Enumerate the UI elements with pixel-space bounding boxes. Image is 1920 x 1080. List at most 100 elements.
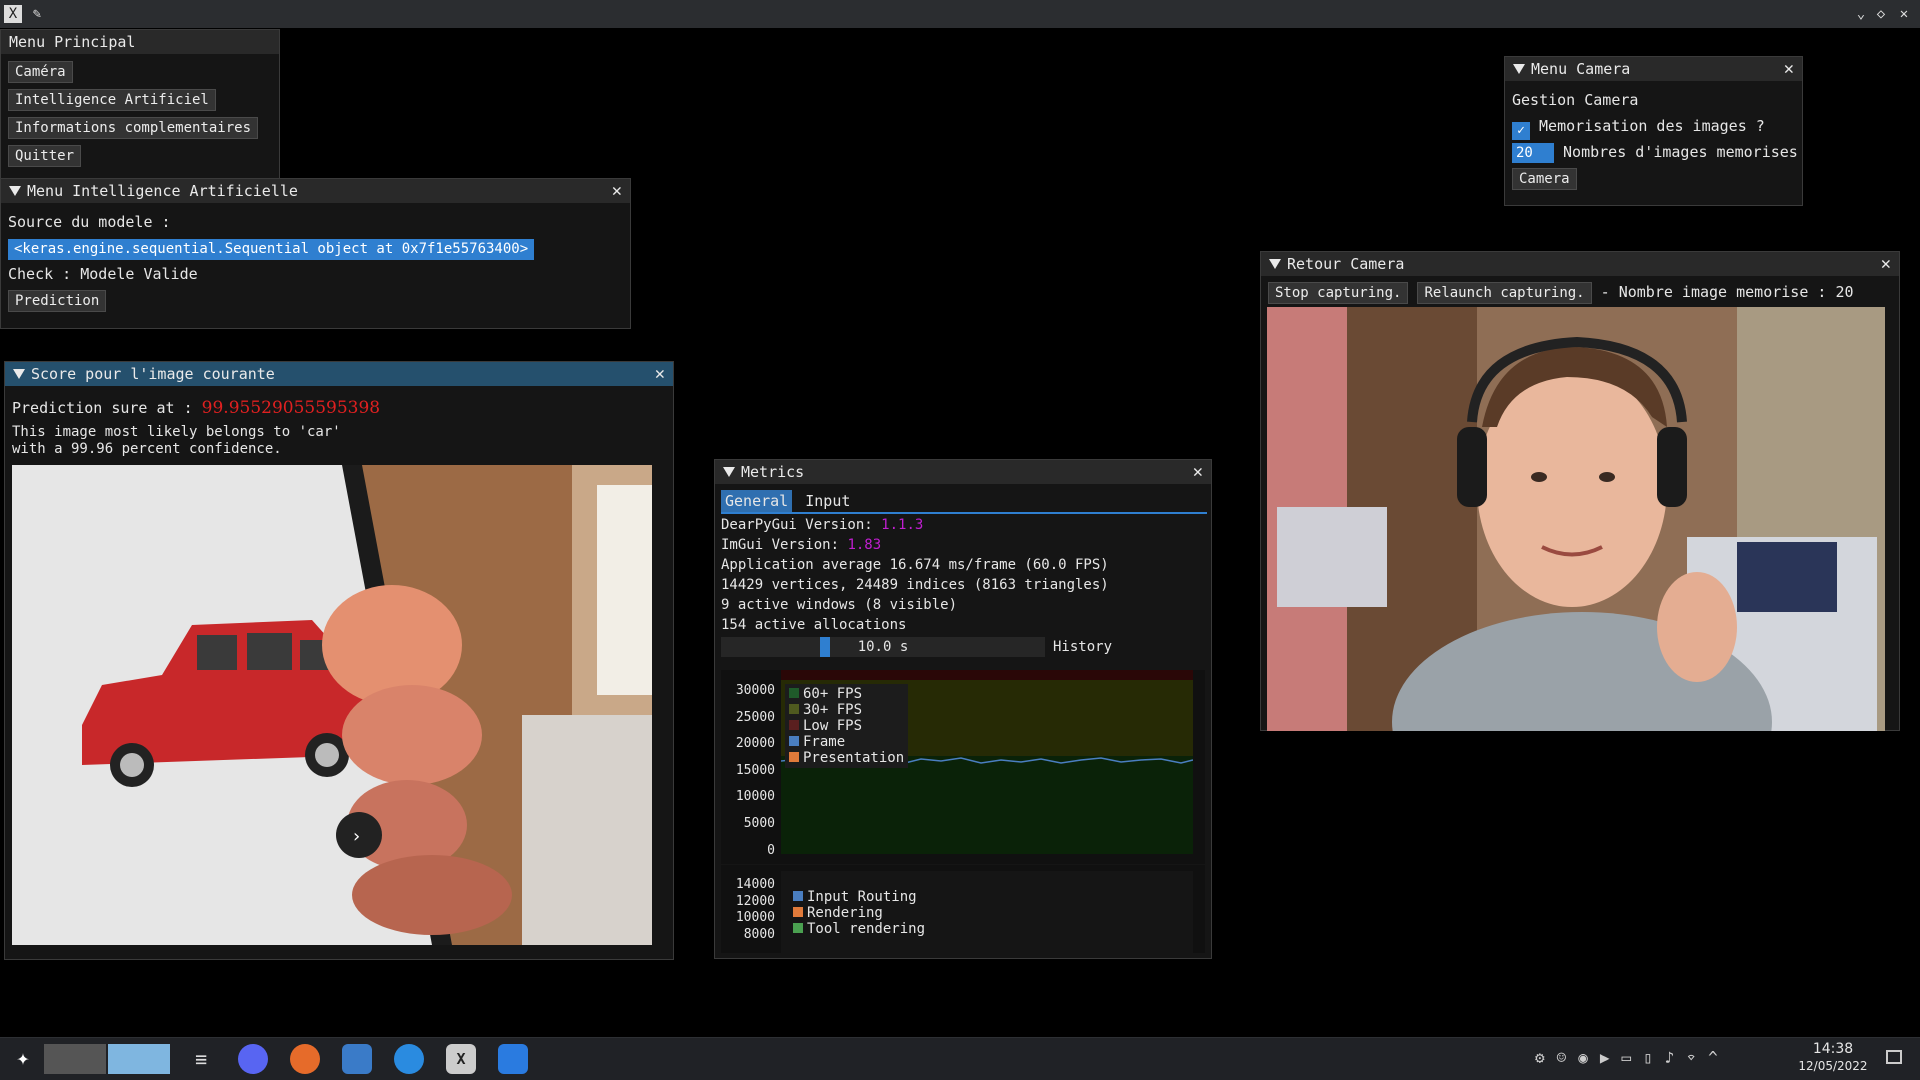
camera-feed [1267,307,1885,731]
plot1-legend: 60+ FPS 30+ FPS Low FPS Frame Presentati… [785,684,909,768]
legend-frame: Frame [803,734,846,750]
dpg-version-value: 1.1.3 [881,517,924,533]
memorised-count-text: - Nombre image memorise : 20 [1600,283,1854,301]
text-editor-icon[interactable] [498,1044,528,1074]
collapse-triangle-icon[interactable] [1513,64,1525,74]
legend-swatch [789,720,799,730]
collapse-triangle-icon[interactable] [9,186,21,196]
clock-time[interactable]: 14:38 [1798,1040,1868,1058]
checkbox-memorisation[interactable]: ✓ [1512,122,1530,140]
relaunch-capturing-button[interactable]: Relaunch capturing. [1417,282,1592,304]
svg-text:›: › [353,826,360,847]
imgui-version-value: 1.83 [847,537,882,553]
prediction-button[interactable]: Prediction [8,290,107,312]
settings-icon[interactable]: ≡ [186,1044,216,1074]
system-tray[interactable]: ⚙☺◉▶▭▯♪⌔^ [1535,1048,1730,1067]
plot2-legend: Input Routing Rendering Tool rendering [793,889,925,937]
vertices-text: 14429 vertices, 24489 indices (8163 tria… [721,577,1109,593]
score-title: Score pour l'image courante [31,365,275,383]
windows-text: 9 active windows (8 visible) [721,597,958,613]
taskbar: ✦ ≡ X ⚙☺◉▶▭▯♪⌔^ 14:38 12/05/2022 [0,1037,1920,1080]
prediction-label: Prediction sure at : [12,399,193,417]
menu-principal-title: Menu Principal [1,30,279,54]
images-count-input[interactable]: 20 [1512,143,1554,163]
camera-button[interactable]: Caméra [8,61,73,83]
metrics-tab-bar: General Input [721,490,1207,514]
menu-ia-window: Menu Intelligence Artificielle ✕ Source … [0,178,631,329]
plot1-yticks: 30000 25000 20000 15000 10000 5000 0 [721,678,775,864]
discord-icon[interactable] [238,1044,268,1074]
close-icon[interactable]: ✕ [1193,460,1203,484]
ia-button[interactable]: Intelligence Artificiel [8,89,216,111]
camera-action-button[interactable]: Camera [1512,168,1577,190]
close-icon[interactable]: ✕ [612,179,622,203]
collapse-triangle-icon[interactable] [723,467,735,477]
ytick: 8000 [743,926,775,942]
legend-rendering: Rendering [807,905,883,921]
images-count-label: Nombres d'images memorises [1563,143,1798,161]
retour-camera-window: Retour Camera ✕ Stop capturing. Relaunch… [1260,251,1900,731]
legend-swatch [793,923,803,933]
file-manager-icon[interactable] [342,1044,372,1074]
ytick: 25000 [735,709,775,725]
legend-tool-rendering: Tool rendering [807,921,926,937]
menu-ia-titlebar[interactable]: Menu Intelligence Artificielle ✕ [1,179,630,203]
allocations-text: 154 active allocations [721,617,907,633]
legend-lowfps: Low FPS [803,718,863,734]
menu-ia-title: Menu Intelligence Artificielle [27,182,298,200]
ytick: 0 [767,842,775,858]
input-plot[interactable]: 14000 12000 10000 8000 Input Routing Ren… [721,865,1205,953]
show-desktop-icon[interactable] [1886,1050,1902,1064]
pin-icon[interactable]: ✎ [28,5,46,23]
prediction-value: 99.95529055595398 [201,398,381,418]
minimize-icon[interactable]: ⌄ [1852,5,1870,23]
close-icon[interactable]: ✕ [1895,5,1913,23]
legend-swatch [789,704,799,714]
ytick: 14000 [735,877,775,892]
model-source-value[interactable]: <keras.engine.sequential.Sequential obje… [8,239,535,260]
app-x-icon[interactable]: X [446,1044,476,1074]
collapse-triangle-icon[interactable] [1269,259,1281,269]
retour-camera-titlebar[interactable]: Retour Camera ✕ [1261,252,1899,276]
check-label: Check : Modele Valide [8,265,198,283]
metrics-title: Metrics [741,463,805,481]
metrics-window: Metrics ✕ General Input DearPyGui Versio… [714,459,1212,959]
desktop-1[interactable] [44,1044,106,1074]
ytick: 12000 [735,893,775,909]
ytick: 30000 [735,683,775,698]
source-label: Source du modele : [8,213,171,231]
info-button[interactable]: Informations complementaires [8,117,259,139]
legend-swatch [789,688,799,698]
legend-presentation: Presentation [803,750,905,766]
quit-button[interactable]: Quitter [8,145,82,167]
tab-general[interactable]: General [721,490,793,512]
menu-camera-title: Menu Camera [1531,60,1631,78]
collapse-triangle-icon[interactable] [13,369,25,379]
ytick: 15000 [735,762,775,778]
legend-60fps: 60+ FPS [803,686,863,702]
legend-swatch [793,891,803,901]
current-image: › [12,465,652,945]
result-line-2: with a 99.96 percent confidence. [12,441,282,457]
score-titlebar[interactable]: Score pour l'image courante ✕ [5,362,673,386]
history-slider[interactable]: 10.0 s [721,637,1045,657]
tab-input[interactable]: Input [801,490,854,512]
close-icon[interactable]: ✕ [1881,252,1891,276]
menu-camera-titlebar[interactable]: Menu Camera ✕ [1505,57,1802,81]
app-launcher-icon[interactable]: ✦ [8,1044,38,1074]
stop-capturing-button[interactable]: Stop capturing. [1268,282,1409,304]
gestion-label: Gestion Camera [1512,91,1639,109]
firefox-icon[interactable] [290,1044,320,1074]
browser-icon[interactable] [394,1044,424,1074]
ytick: 10000 [735,789,775,805]
clock-date[interactable]: 12/05/2022 [1798,1058,1868,1074]
dpg-version-label: DearPyGui Version: [721,517,873,533]
imgui-version-label: ImGui Version: [721,537,840,553]
close-icon[interactable]: ✕ [655,362,665,386]
menu-principal-window: Menu Principal Caméra Intelligence Artif… [0,29,280,179]
fps-plot[interactable]: 30000 25000 20000 15000 10000 5000 0 60+… [721,670,1205,864]
maximize-icon[interactable]: ◇ [1872,5,1890,23]
metrics-titlebar[interactable]: Metrics ✕ [715,460,1211,484]
close-icon[interactable]: ✕ [1784,57,1794,81]
desktop-2[interactable] [108,1044,170,1074]
